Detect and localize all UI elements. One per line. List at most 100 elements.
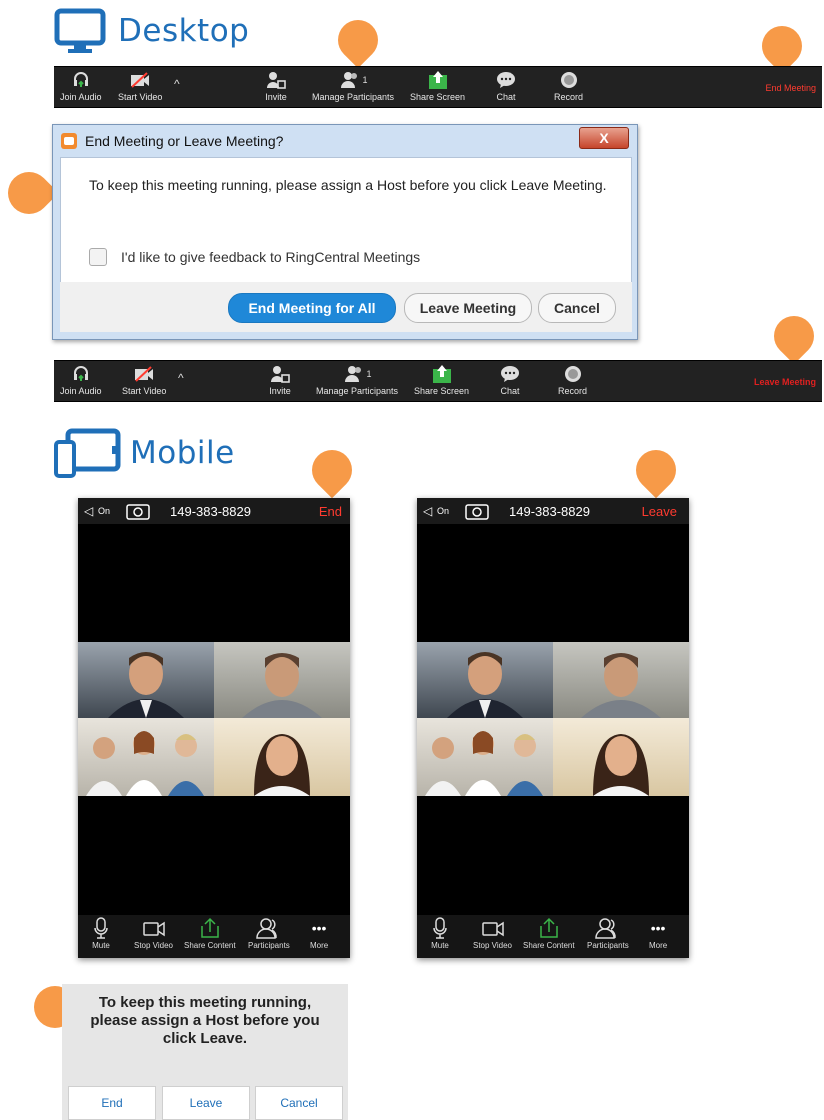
- invite-button[interactable]: Invite: [268, 361, 292, 401]
- switch-camera-icon[interactable]: [465, 502, 489, 520]
- desktop-toolbar-participant: Join Audio Start Video ^ Invite 1 Manage…: [54, 360, 822, 402]
- feedback-checkbox-row[interactable]: I'd like to give feedback to RingCentral…: [89, 248, 420, 266]
- feedback-checkbox[interactable]: [89, 248, 107, 266]
- video-tile: [78, 718, 214, 796]
- callout-pin: [303, 441, 361, 499]
- video-tile: [78, 642, 214, 718]
- more-dots-icon: •••: [311, 920, 327, 936]
- dialog-message: To keep this meeting running, please ass…: [89, 177, 607, 193]
- participant-count: 1: [366, 369, 372, 379]
- invite-icon: [264, 69, 288, 91]
- speaker-icon[interactable]: ◁: [84, 504, 93, 518]
- alert-leave-button[interactable]: Leave: [162, 1086, 250, 1120]
- start-video-button[interactable]: Start Video: [118, 67, 162, 107]
- bottom-label: Stop Video: [134, 941, 173, 950]
- switch-camera-icon[interactable]: [126, 502, 150, 520]
- record-icon: [561, 363, 585, 385]
- toolbar-label: Start Video: [122, 386, 167, 396]
- manage-participants-button[interactable]: 1 Manage Participants: [316, 361, 398, 401]
- more-button[interactable]: ••• More: [310, 917, 328, 950]
- dialog-body: To keep this meeting running, please ass…: [60, 157, 632, 283]
- callout-pin: [627, 441, 685, 499]
- record-button[interactable]: Record: [558, 361, 587, 401]
- leave-meeting-button[interactable]: Leave Meeting: [404, 293, 532, 323]
- join-audio-button[interactable]: Join Audio: [60, 361, 102, 401]
- feedback-checkbox-label: I'd like to give feedback to RingCentral…: [121, 249, 421, 265]
- callout-pin: [0, 163, 59, 223]
- chevron-up-icon[interactable]: ^: [178, 371, 184, 385]
- more-button[interactable]: ••• More: [649, 917, 667, 950]
- participants-button[interactable]: Participants: [248, 917, 290, 950]
- mobile-heading-text: Mobile: [130, 435, 235, 471]
- record-button[interactable]: Record: [554, 67, 583, 107]
- toolbar-label: Join Audio: [60, 386, 102, 396]
- speaker-status: On: [98, 506, 111, 516]
- share-screen-button[interactable]: Share Screen: [410, 67, 465, 107]
- video-tile: [417, 718, 553, 796]
- dialog-close-button[interactable]: X: [579, 127, 629, 149]
- video-off-icon: [128, 69, 152, 91]
- participants-icon: [595, 918, 616, 939]
- video-tile: [553, 718, 689, 796]
- mobile-bottom-bar: Mute Stop Video Share Content Participan…: [78, 915, 350, 958]
- mobile-phone-participant: ◁ On 149-383-8829 Leave Mute Stop Video: [417, 498, 689, 958]
- mute-button[interactable]: Mute: [92, 917, 110, 950]
- share-screen-button[interactable]: Share Screen: [414, 361, 469, 401]
- toolbar-label: Chat: [500, 386, 520, 396]
- alert-message: To keep this meeting running, please ass…: [90, 994, 320, 1047]
- chat-button[interactable]: Chat: [498, 361, 522, 401]
- bottom-label: Mute: [92, 941, 110, 950]
- dialog-footer: End Meeting for All Leave Meeting Cancel: [60, 282, 632, 332]
- bottom-label: Stop Video: [473, 941, 512, 950]
- share-content-button[interactable]: Share Content: [523, 917, 575, 950]
- bottom-label: Share Content: [523, 941, 575, 950]
- alert-end-button[interactable]: End: [68, 1086, 156, 1120]
- microphone-icon: [433, 917, 447, 939]
- invite-icon: [268, 363, 292, 385]
- alert-cancel-button[interactable]: Cancel: [255, 1086, 343, 1120]
- toolbar-label: Manage Participants: [312, 92, 395, 102]
- end-or-leave-dialog: End Meeting or Leave Meeting? X To keep …: [52, 124, 638, 340]
- manage-participants-button[interactable]: 1 Manage Participants: [312, 67, 394, 107]
- desktop-toolbar-host: Join Audio Start Video ^ Invite 1 Manage…: [54, 66, 822, 108]
- end-meeting-button[interactable]: End Meeting: [765, 83, 816, 93]
- end-button[interactable]: End: [319, 504, 342, 519]
- share-screen-icon: [430, 363, 454, 385]
- leave-button[interactable]: Leave: [642, 504, 677, 519]
- video-camera-icon: [481, 921, 504, 937]
- toolbar-label: Share Screen: [410, 92, 466, 102]
- participants-button[interactable]: Participants: [587, 917, 629, 950]
- video-grid: [78, 642, 350, 796]
- mute-button[interactable]: Mute: [431, 917, 449, 950]
- chat-button[interactable]: Chat: [494, 67, 518, 107]
- cancel-button[interactable]: Cancel: [538, 293, 616, 323]
- end-meeting-for-all-button[interactable]: End Meeting for All: [228, 293, 396, 323]
- video-off-icon: [132, 363, 156, 385]
- bottom-label: Participants: [248, 941, 290, 950]
- stop-video-button[interactable]: Stop Video: [473, 917, 512, 950]
- desktop-monitor-icon: [54, 8, 106, 53]
- leave-meeting-button[interactable]: Leave Meeting: [754, 377, 816, 387]
- share-screen-icon: [426, 69, 450, 91]
- join-audio-button[interactable]: Join Audio: [60, 67, 102, 107]
- toolbar-label: Manage Participants: [316, 386, 399, 396]
- participants-icon: 1: [337, 363, 377, 385]
- desktop-heading: Desktop: [54, 8, 249, 54]
- share-content-button[interactable]: Share Content: [184, 917, 236, 950]
- speaker-icon[interactable]: ◁: [423, 504, 432, 518]
- toolbar-label: Chat: [496, 92, 516, 102]
- video-grid: [417, 642, 689, 796]
- bottom-label: More: [310, 941, 329, 950]
- mobile-alert-dialog: To keep this meeting running, please ass…: [62, 984, 348, 1120]
- meeting-id: 149-383-8829: [509, 504, 590, 519]
- toolbar-label: Start Video: [118, 92, 163, 102]
- more-dots-icon: •••: [650, 920, 666, 936]
- invite-button[interactable]: Invite: [264, 67, 288, 107]
- start-video-button[interactable]: Start Video: [122, 361, 166, 401]
- stop-video-button[interactable]: Stop Video: [134, 917, 173, 950]
- chat-icon: [494, 69, 518, 91]
- toolbar-label: Join Audio: [60, 92, 102, 102]
- chevron-up-icon[interactable]: ^: [174, 77, 180, 91]
- record-icon: [557, 69, 581, 91]
- video-tile: [214, 718, 350, 796]
